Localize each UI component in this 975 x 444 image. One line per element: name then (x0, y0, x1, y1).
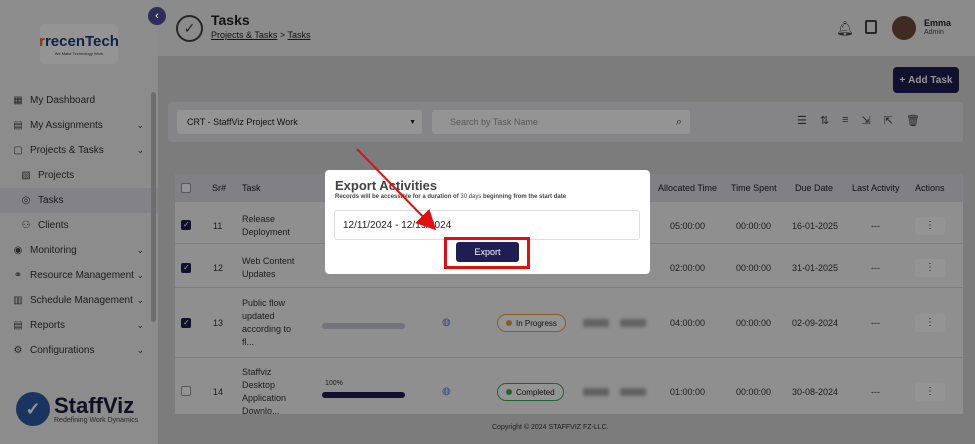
annotation-arrow (356, 148, 437, 231)
collapse-sidebar-button[interactable]: ‹ (148, 7, 166, 25)
